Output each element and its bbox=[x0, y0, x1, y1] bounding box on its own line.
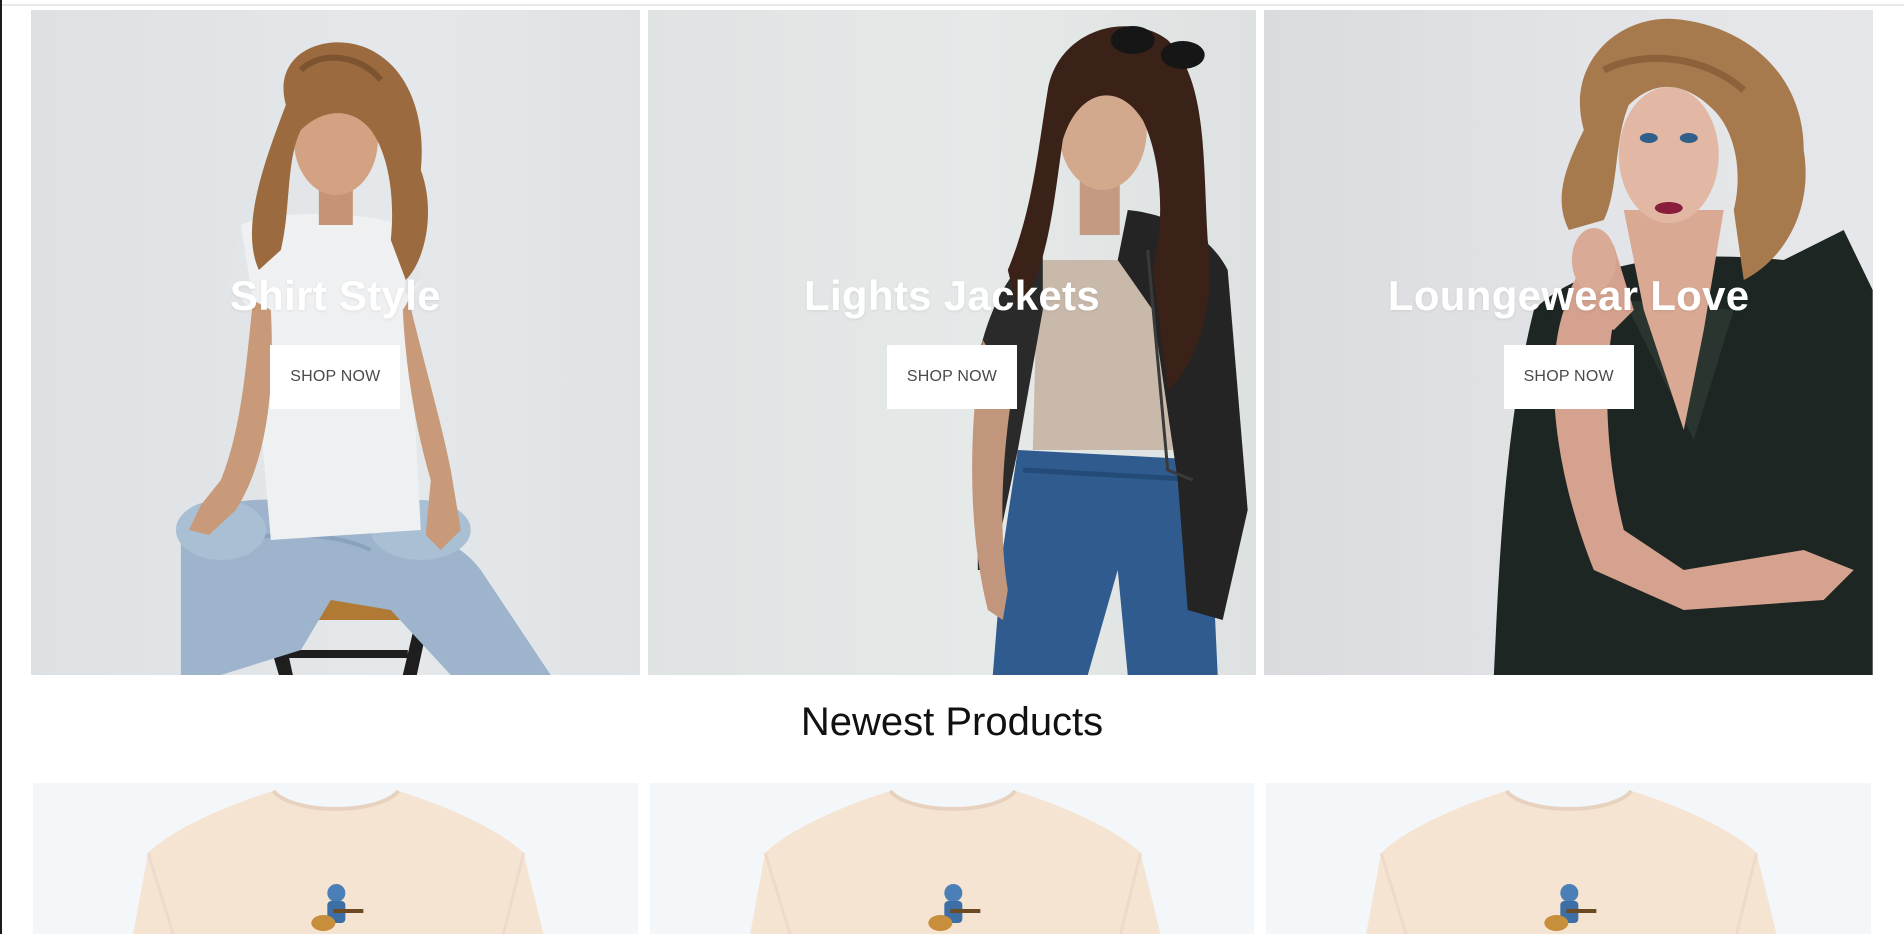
tshirt-image bbox=[1366, 789, 1777, 934]
shop-now-button[interactable]: SHOP NOW bbox=[1503, 345, 1634, 409]
top-divider bbox=[0, 0, 1904, 6]
banner-title: Loungewear Love bbox=[1387, 272, 1750, 319]
tshirt-image bbox=[749, 789, 1161, 934]
shop-now-button[interactable]: SHOP NOW bbox=[887, 345, 1017, 409]
banner-title: Lights Jackets bbox=[804, 272, 1100, 319]
section-title: Newest Products bbox=[800, 700, 1104, 744]
banner-content: Loungewear Love SHOP NOW bbox=[1264, 272, 1873, 409]
banner-content: Shirt Style SHOP NOW bbox=[31, 272, 640, 409]
product-card[interactable] bbox=[1266, 783, 1872, 934]
promo-banners: Shirt Style SHOP NOW Lights Jackets SHOP… bbox=[31, 10, 1874, 675]
banner-lights-jackets[interactable]: Lights Jackets SHOP NOW bbox=[647, 10, 1257, 675]
banner-shirt-style[interactable]: Shirt Style SHOP NOW bbox=[31, 10, 640, 675]
tshirt-image bbox=[133, 789, 544, 934]
banner-title: Shirt Style bbox=[229, 272, 441, 319]
banner-content: Lights Jackets SHOP NOW bbox=[648, 272, 1257, 409]
product-card[interactable] bbox=[649, 783, 1255, 934]
banner-loungewear-love[interactable]: Loungewear Love SHOP NOW bbox=[1264, 10, 1874, 675]
shop-now-button[interactable]: SHOP NOW bbox=[270, 345, 401, 409]
left-edge bbox=[0, 0, 2, 934]
product-grid bbox=[33, 783, 1872, 934]
product-card[interactable] bbox=[33, 783, 638, 934]
